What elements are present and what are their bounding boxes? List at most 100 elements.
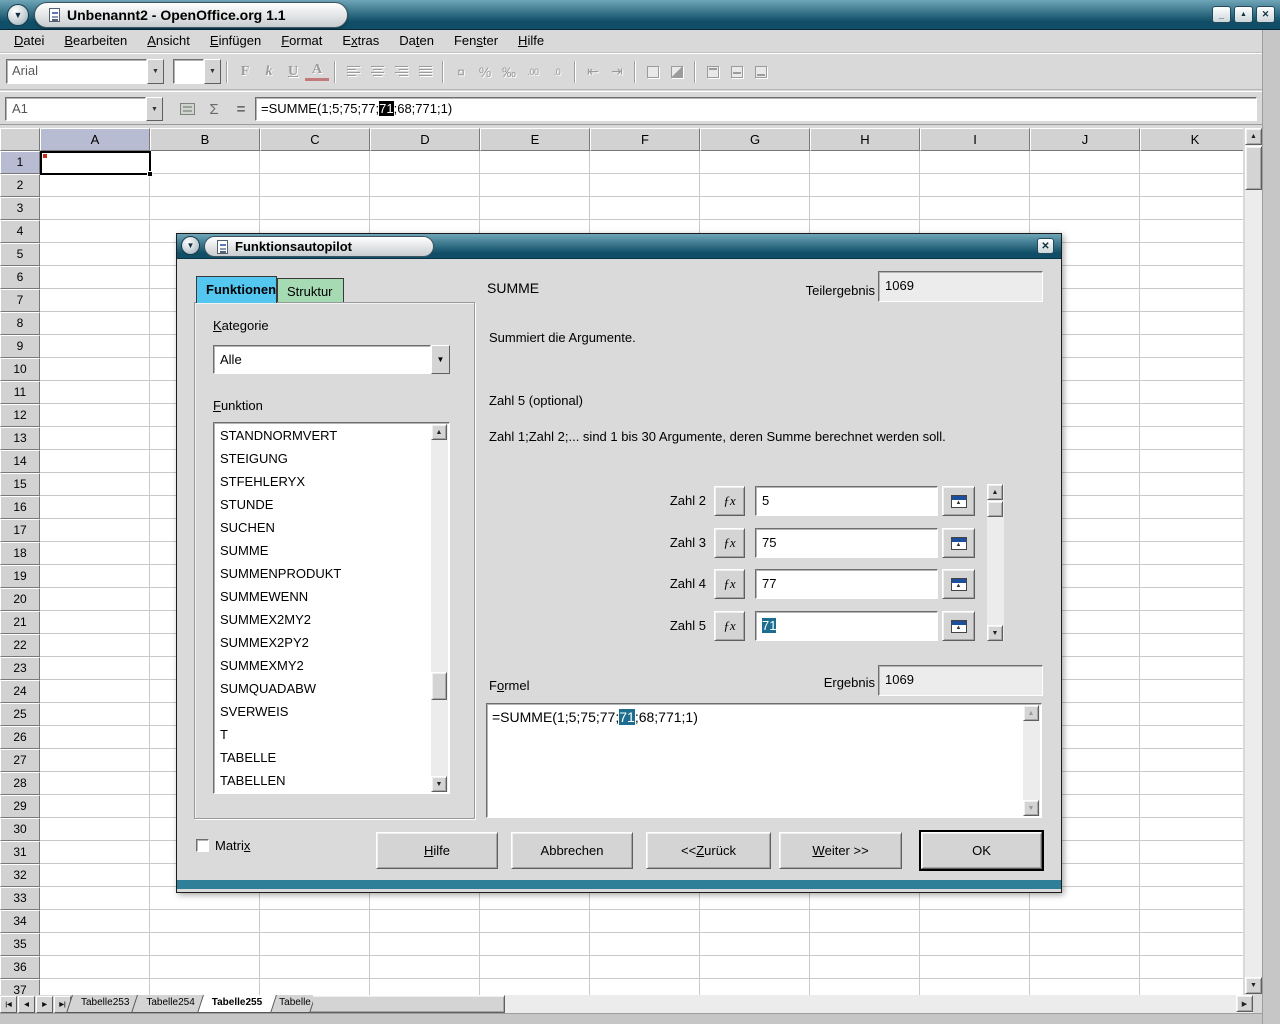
scroll-down-button[interactable]: ▼ bbox=[1245, 977, 1262, 994]
row-header-23[interactable]: 23 bbox=[0, 657, 40, 680]
align-bottom-icon[interactable] bbox=[749, 61, 773, 83]
row-header-32[interactable]: 32 bbox=[0, 864, 40, 887]
dialog-titlebar[interactable]: ▼ Funktionsautopilot ✕ bbox=[177, 234, 1061, 259]
fx-button[interactable]: ƒx bbox=[714, 486, 745, 516]
column-header-G[interactable]: G bbox=[700, 128, 810, 151]
row-header-6[interactable]: 6 bbox=[0, 266, 40, 289]
row-header-34[interactable]: 34 bbox=[0, 910, 40, 933]
cell-reference[interactable]: A1 bbox=[5, 97, 146, 121]
align-left-icon[interactable] bbox=[341, 61, 365, 83]
chevron-down-icon[interactable]: ▼ bbox=[147, 59, 164, 84]
formula-input[interactable]: =SUMME(1;5;75;77;71;68;771;1) bbox=[255, 97, 1257, 121]
list-scroll-thumb[interactable] bbox=[431, 672, 447, 700]
row-header-13[interactable]: 13 bbox=[0, 427, 40, 450]
bold-icon[interactable]: F bbox=[233, 61, 257, 83]
menu-extras[interactable]: Extras bbox=[332, 30, 389, 53]
button-hilfe[interactable]: Hilfe bbox=[376, 832, 498, 869]
chevron-down-icon[interactable]: ▼ bbox=[431, 345, 450, 374]
kategorie-dropdown[interactable]: Alle ▼ bbox=[213, 345, 450, 374]
align-justify-icon[interactable] bbox=[413, 61, 437, 83]
row-header-7[interactable]: 7 bbox=[0, 289, 40, 312]
row-header-12[interactable]: 12 bbox=[0, 404, 40, 427]
scroll-down-button[interactable]: ▼ bbox=[987, 625, 1003, 641]
decrease-indent-icon[interactable]: ⇤ bbox=[581, 61, 605, 83]
background-color-icon[interactable] bbox=[665, 61, 689, 83]
function-item-tabelle[interactable]: TABELLE bbox=[216, 747, 430, 770]
function-item-summexmy2[interactable]: SUMMEXMY2 bbox=[216, 655, 430, 678]
tab-funktionen[interactable]: Funktionen bbox=[196, 276, 277, 303]
function-button[interactable]: = bbox=[229, 99, 253, 119]
vertical-scroll-thumb[interactable] bbox=[1245, 146, 1262, 190]
close-button[interactable]: ✕ bbox=[1256, 6, 1275, 23]
column-header-A[interactable]: A bbox=[40, 128, 150, 151]
formel-textarea[interactable]: =SUMME(1;5;75;77;71;68;771;1) ▲ ▼ bbox=[486, 703, 1042, 818]
sheet-tab-tabelle254[interactable]: Tabelle254 bbox=[134, 995, 206, 1013]
row-header-35[interactable]: 35 bbox=[0, 933, 40, 956]
vertical-scrollbar[interactable]: ▲ ▼ bbox=[1245, 128, 1262, 994]
scroll-up-button[interactable]: ▲ bbox=[1245, 128, 1262, 145]
row-header-26[interactable]: 26 bbox=[0, 726, 40, 749]
row-header-10[interactable]: 10 bbox=[0, 358, 40, 381]
menu-hilfe[interactable]: Hilfe bbox=[508, 30, 554, 53]
row-header-20[interactable]: 20 bbox=[0, 588, 40, 611]
button-abbrechen[interactable]: Abbrechen bbox=[511, 832, 633, 869]
increase-indent-icon[interactable]: ⇥ bbox=[605, 61, 629, 83]
row-header-1[interactable]: 1 bbox=[0, 151, 40, 174]
sheet-tab-tabelle255[interactable]: Tabelle255 bbox=[200, 995, 274, 1013]
row-header-14[interactable]: 14 bbox=[0, 450, 40, 473]
row-header-36[interactable]: 36 bbox=[0, 956, 40, 979]
column-header-E[interactable]: E bbox=[480, 128, 590, 151]
menu-datei[interactable]: Datei bbox=[4, 30, 54, 53]
row-header-24[interactable]: 24 bbox=[0, 680, 40, 703]
checkbox-icon[interactable] bbox=[196, 839, 209, 852]
font-size-combo[interactable]: ▼ bbox=[173, 59, 221, 84]
row-header-29[interactable]: 29 bbox=[0, 795, 40, 818]
row-header-9[interactable]: 9 bbox=[0, 335, 40, 358]
align-center-vertical-icon[interactable] bbox=[725, 61, 749, 83]
argument-scroll-thumb[interactable] bbox=[987, 501, 1003, 517]
row-header-30[interactable]: 30 bbox=[0, 818, 40, 841]
scroll-up-button[interactable]: ▲ bbox=[1023, 705, 1039, 721]
matrix-checkbox[interactable]: Matrix bbox=[196, 838, 250, 853]
align-center-icon[interactable] bbox=[365, 61, 389, 83]
row-header-22[interactable]: 22 bbox=[0, 634, 40, 657]
fx-button[interactable]: ƒx bbox=[714, 611, 745, 641]
selection-handle[interactable] bbox=[147, 171, 153, 177]
row-header-33[interactable]: 33 bbox=[0, 887, 40, 910]
column-header-F[interactable]: F bbox=[590, 128, 700, 151]
menu-einfügen[interactable]: Einfügen bbox=[200, 30, 271, 53]
formel-scrollbar[interactable]: ▲ ▼ bbox=[1023, 705, 1040, 816]
font-name-value[interactable]: Arial bbox=[6, 59, 147, 84]
kategorie-value[interactable]: Alle bbox=[213, 345, 431, 374]
column-header-K[interactable]: K bbox=[1140, 128, 1243, 151]
selected-cell-a1[interactable] bbox=[40, 151, 151, 175]
standard-format-icon[interactable]: ‰ bbox=[497, 61, 521, 83]
function-item-sverweis[interactable]: SVERWEIS bbox=[216, 701, 430, 724]
menu-fenster[interactable]: Fenster bbox=[444, 30, 508, 53]
sum-button[interactable]: Σ bbox=[202, 99, 226, 119]
row-header-8[interactable]: 8 bbox=[0, 312, 40, 335]
underline-icon[interactable]: U bbox=[281, 61, 305, 83]
row-header-19[interactable]: 19 bbox=[0, 565, 40, 588]
column-header-C[interactable]: C bbox=[260, 128, 370, 151]
menu-daten[interactable]: Daten bbox=[389, 30, 444, 53]
add-decimal-icon[interactable]: .00 bbox=[521, 61, 545, 83]
dialog-close-button[interactable]: ✕ bbox=[1037, 238, 1054, 254]
column-header-H[interactable]: H bbox=[810, 128, 920, 151]
function-item-sumquadabw[interactable]: SUMQUADABW bbox=[216, 678, 430, 701]
sheet-tab-tabelle253[interactable]: Tabelle253 bbox=[69, 995, 141, 1013]
font-size-value[interactable] bbox=[173, 59, 204, 84]
horizontal-scrollbar[interactable]: ◀ ▶ bbox=[276, 995, 1253, 1013]
row-header-25[interactable]: 25 bbox=[0, 703, 40, 726]
shrink-button[interactable] bbox=[942, 569, 975, 599]
scroll-down-button[interactable]: ▼ bbox=[1023, 800, 1039, 816]
arg-input-zahl-4[interactable]: 77 bbox=[755, 569, 938, 599]
row-header-21[interactable]: 21 bbox=[0, 611, 40, 634]
chevron-down-icon[interactable]: ▼ bbox=[204, 59, 221, 84]
shrink-button[interactable] bbox=[942, 528, 975, 558]
row-header-17[interactable]: 17 bbox=[0, 519, 40, 542]
row-header-2[interactable]: 2 bbox=[0, 174, 40, 197]
function-item-t[interactable]: T bbox=[216, 724, 430, 747]
function-item-tabellen[interactable]: TABELLEN bbox=[216, 770, 430, 791]
scroll-up-button[interactable]: ▲ bbox=[987, 484, 1003, 500]
